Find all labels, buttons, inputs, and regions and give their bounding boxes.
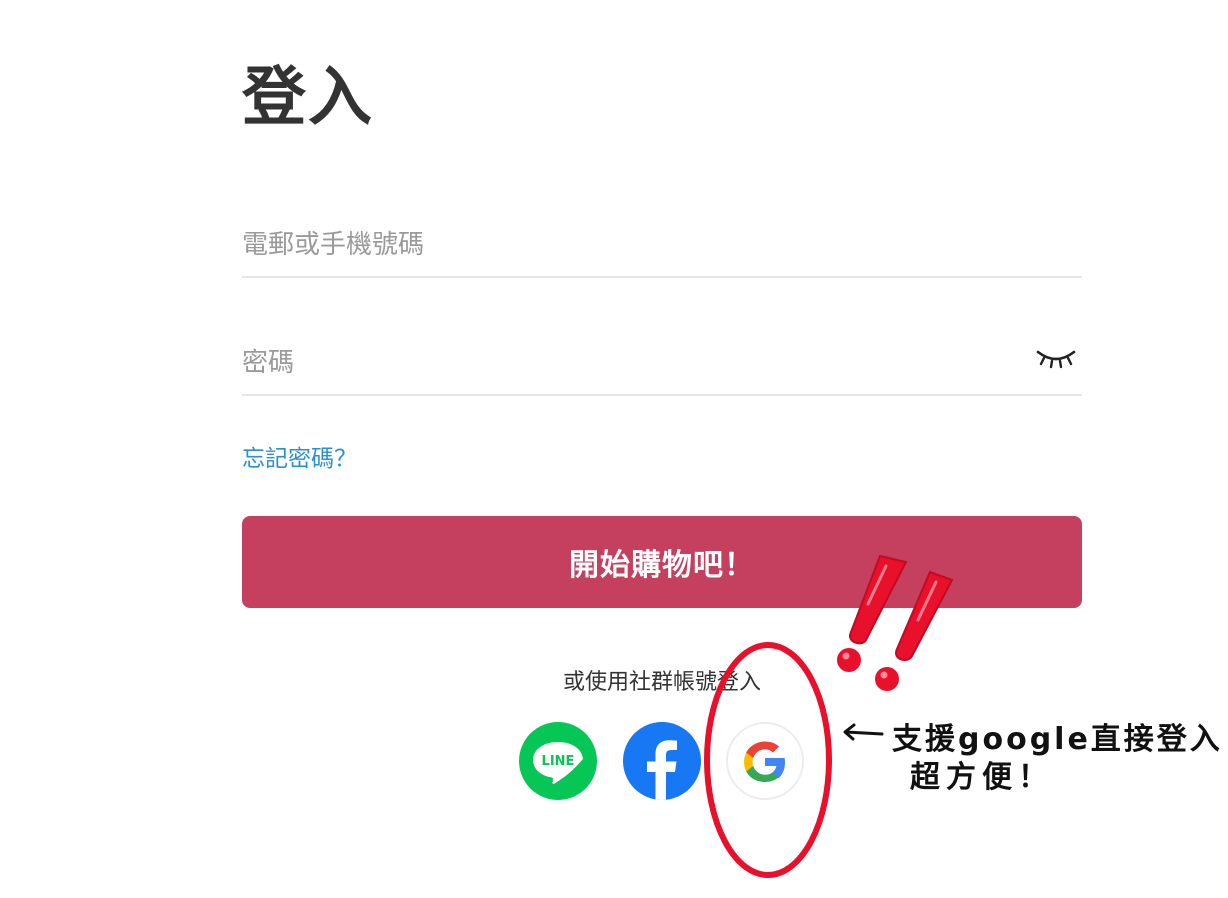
password-field — [242, 334, 1082, 396]
closed-eye-icon[interactable] — [1036, 340, 1076, 370]
line-logo-text: LINE — [542, 754, 575, 769]
forgot-password-link[interactable]: 忘記密碼？ — [242, 444, 357, 474]
annotation-text-line2: 超方便！ — [910, 760, 1054, 795]
google-login-button[interactable] — [726, 722, 804, 800]
social-login-caption: 或使用社群帳號登入 — [562, 670, 761, 695]
facebook-login-button[interactable] — [623, 722, 701, 800]
line-login-button[interactable]: LINE — [519, 722, 597, 800]
start-shopping-button[interactable]: 開始購物吧！ — [242, 516, 1082, 608]
google-g-icon — [744, 741, 785, 782]
email-phone-input[interactable] — [242, 216, 1022, 274]
facebook-f-icon — [647, 740, 677, 800]
page-title: 登入 — [242, 61, 374, 135]
password-input[interactable] — [242, 334, 1022, 392]
line-logo-icon: LINE — [533, 742, 583, 784]
annotation-text-line1: 支援google直接登入 — [892, 722, 1223, 757]
left-arrow-icon — [843, 723, 884, 741]
email-phone-field — [242, 216, 1082, 278]
